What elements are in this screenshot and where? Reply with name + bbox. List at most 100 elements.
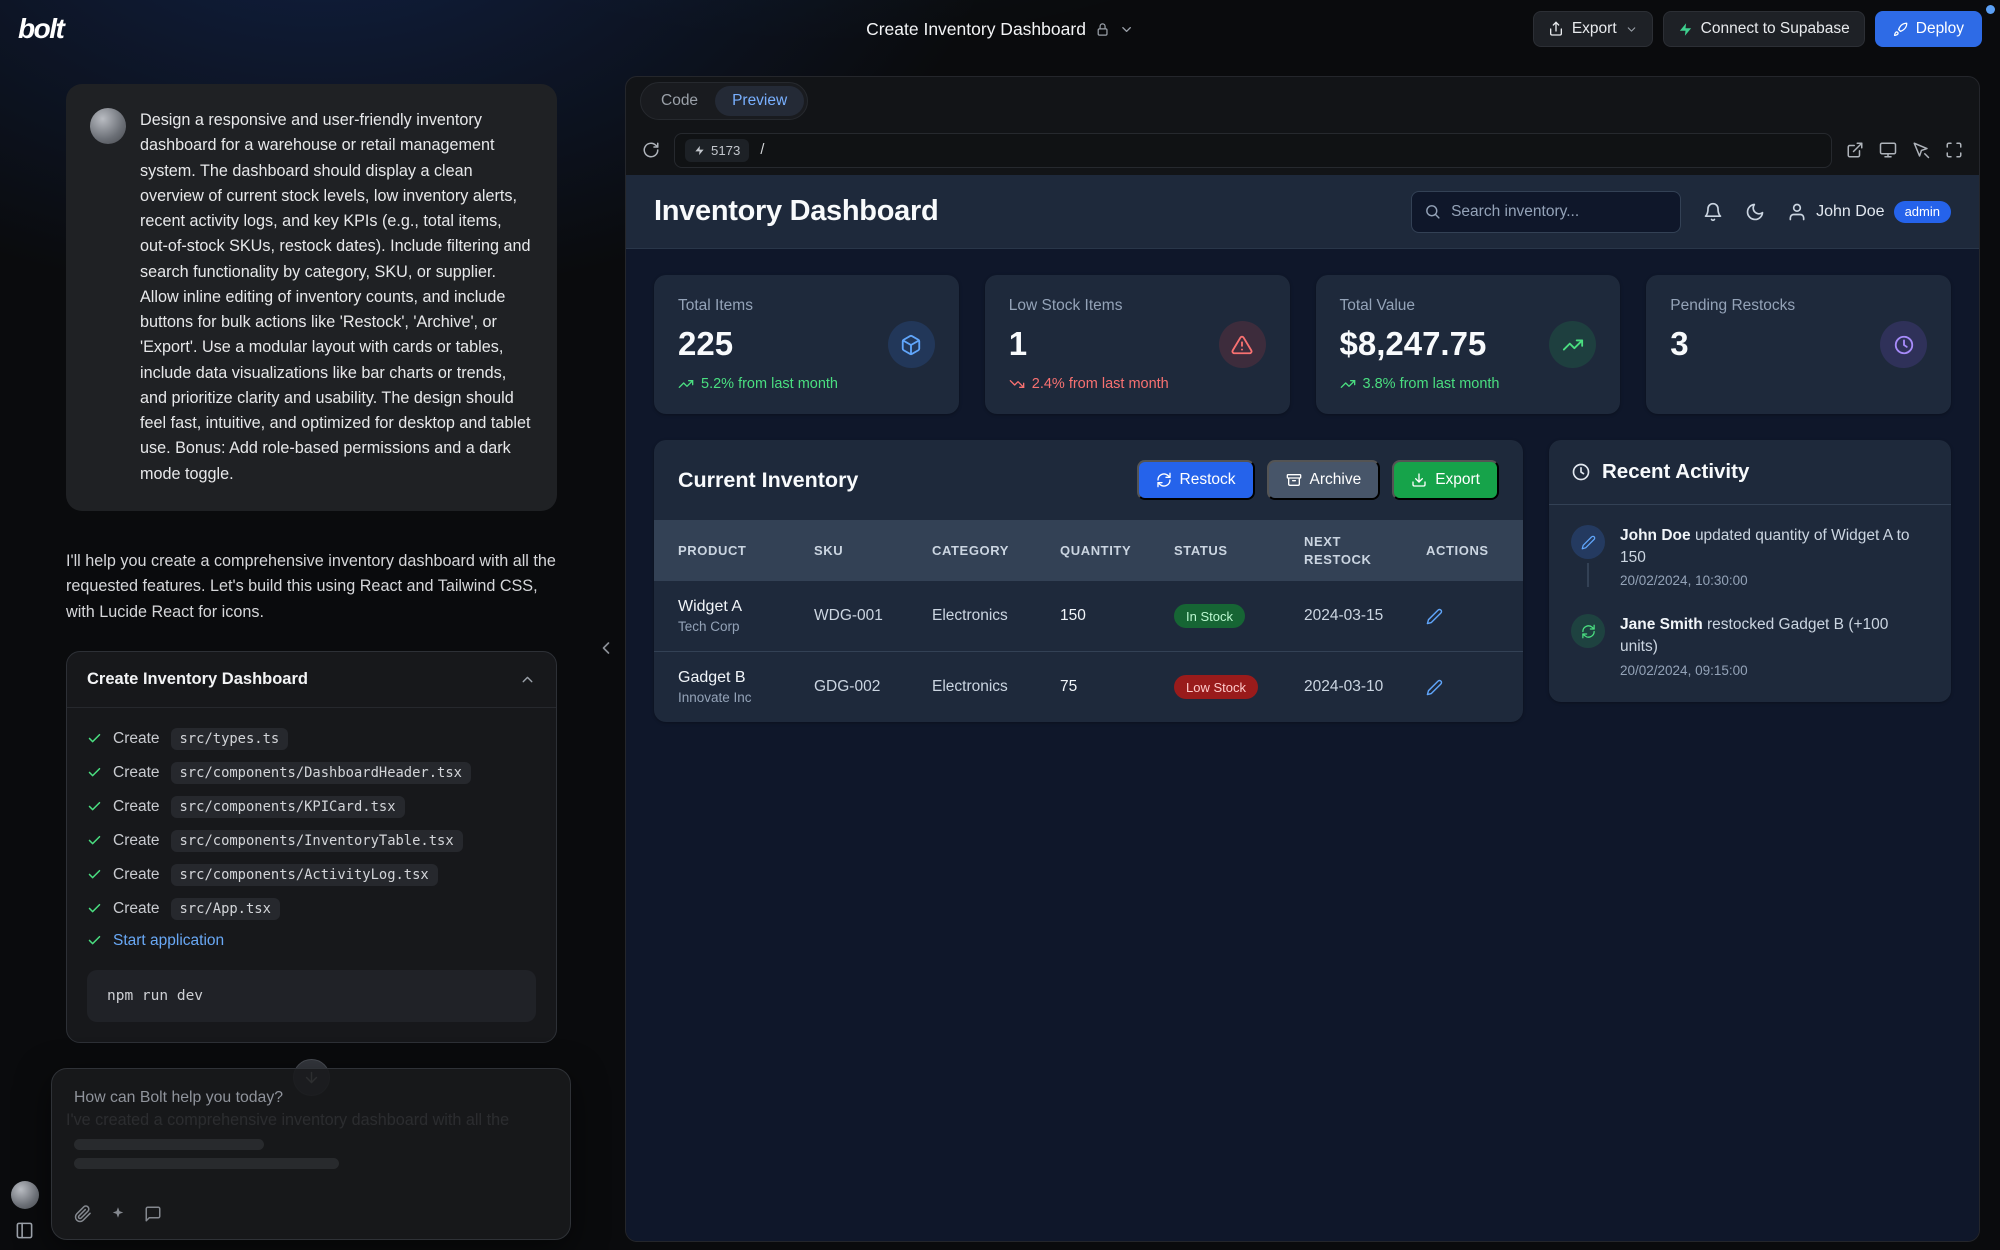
trending-up-icon	[678, 376, 694, 392]
url-path: /	[760, 142, 764, 158]
table-row[interactable]: Gadget B Innovate Inc GDG-002 Electronic…	[654, 652, 1523, 723]
start-application-link[interactable]: Start application	[113, 932, 224, 950]
activity-item: John Doe updated quantity of Widget A to…	[1571, 525, 1929, 588]
chat-input[interactable]	[74, 1089, 548, 1131]
connect-supabase-button[interactable]: Connect to Supabase	[1663, 11, 1865, 47]
archive-button[interactable]: Archive	[1267, 460, 1381, 500]
chevron-down-icon[interactable]	[1119, 22, 1134, 37]
col-status: Status	[1164, 520, 1294, 581]
activity-text: Jane Smith restocked Gadget B (+100 unit…	[1620, 614, 1929, 657]
open-external-icon[interactable]	[1846, 141, 1864, 159]
status-badge: In Stock	[1174, 604, 1245, 628]
table-row[interactable]: Widget A Tech Corp WDG-001 Electronics 1…	[654, 581, 1523, 652]
chat-panel: Design a responsive and user-friendly in…	[0, 58, 625, 1250]
step-file[interactable]: src/components/KPICard.tsx	[171, 796, 405, 818]
chevron-down-icon	[1625, 23, 1638, 36]
kpi-card-low-stock: Low Stock Items 1 2.4% from last month	[985, 275, 1290, 414]
product-quantity[interactable]: 75	[1050, 652, 1164, 723]
inspector-icon[interactable]	[1912, 141, 1930, 159]
check-icon	[87, 933, 102, 948]
kpi-value: 225	[678, 325, 838, 363]
product-name: Widget A	[678, 598, 794, 616]
col-next-restock: Next Restock	[1294, 520, 1416, 581]
responsive-devices-icon[interactable]	[1879, 141, 1897, 159]
bell-icon[interactable]	[1703, 202, 1723, 222]
edit-icon[interactable]	[1426, 679, 1513, 696]
step-file[interactable]: src/components/ActivityLog.tsx	[171, 864, 438, 886]
port-number: 5173	[711, 143, 740, 158]
trending-down-icon	[1009, 376, 1025, 392]
kpi-label: Total Value	[1340, 297, 1500, 315]
artifact-step: Create src/components/ActivityLog.tsx	[87, 858, 536, 892]
check-icon	[87, 731, 102, 746]
dark-mode-toggle-icon[interactable]	[1745, 202, 1765, 222]
clock-icon	[1571, 462, 1591, 482]
url-field[interactable]: 5173 /	[674, 133, 1832, 168]
kpi-value: $8,247.75	[1340, 325, 1500, 363]
restock-button[interactable]: Restock	[1137, 460, 1255, 500]
step-file[interactable]: src/components/DashboardHeader.tsx	[171, 762, 471, 784]
dev-server-bolt-icon	[694, 145, 705, 156]
kpi-label: Pending Restocks	[1670, 297, 1795, 315]
preview-toolbar-icons	[1846, 141, 1963, 159]
edit-icon[interactable]	[1426, 608, 1513, 625]
attach-link-icon[interactable]	[74, 1205, 92, 1223]
assistant-intro-text: I'll help you create a comprehensive inv…	[66, 549, 557, 625]
port-pill[interactable]: 5173	[685, 139, 749, 162]
export-button[interactable]: Export	[1533, 11, 1653, 47]
step-action: Create	[113, 900, 160, 918]
activity-timestamp: 20/02/2024, 09:15:00	[1620, 663, 1929, 678]
artifact-header[interactable]: Create Inventory Dashboard	[67, 652, 556, 708]
kpi-label: Low Stock Items	[1009, 297, 1169, 315]
sidebar-toggle-icon[interactable]	[15, 1221, 34, 1240]
deploy-button[interactable]: Deploy	[1875, 11, 1982, 47]
reload-icon[interactable]	[642, 141, 660, 159]
faded-suggestion	[74, 1158, 339, 1169]
export-inventory-button[interactable]: Export	[1392, 460, 1499, 500]
edit-icon	[1571, 525, 1605, 559]
step-action: Create	[113, 764, 160, 782]
bolt-logo[interactable]: bolt	[18, 13, 63, 45]
kpi-delta-text: 5.2% from last month	[701, 376, 838, 392]
inventory-title: Current Inventory	[678, 468, 858, 493]
clock-icon	[1880, 321, 1927, 368]
enhance-prompt-icon[interactable]	[109, 1205, 127, 1223]
check-icon	[87, 867, 102, 882]
step-file[interactable]: src/components/InventoryTable.tsx	[171, 830, 463, 852]
step-action: Create	[113, 832, 160, 850]
workbench-tabbar: Code Preview	[626, 77, 1979, 125]
terminal-command: npm run dev	[87, 970, 536, 1022]
tab-preview[interactable]: Preview	[715, 86, 804, 116]
user-message-text: Design a responsive and user-friendly in…	[140, 108, 533, 487]
product-sku: WDG-001	[804, 581, 922, 652]
search-box	[1411, 191, 1681, 233]
archive-label: Archive	[1310, 471, 1362, 489]
trending-up-icon	[1549, 321, 1596, 368]
lock-icon[interactable]	[1095, 22, 1110, 37]
user-menu[interactable]: John Doe admin	[1787, 201, 1951, 223]
step-file[interactable]: src/types.ts	[171, 728, 289, 750]
artifact-step: Create src/components/DashboardHeader.ts…	[87, 756, 536, 790]
role-badge: admin	[1894, 201, 1951, 223]
preview-browser-bar: 5173 /	[626, 125, 1979, 175]
kpi-card-total-value: Total Value $8,247.75 3.8% from last mon…	[1316, 275, 1621, 414]
tab-code[interactable]: Code	[644, 86, 715, 116]
project-title-group[interactable]: Create Inventory Dashboard	[866, 19, 1134, 40]
inventory-table: Product SKU Category Quantity Status Nex…	[654, 520, 1523, 722]
step-file[interactable]: src/App.tsx	[171, 898, 280, 920]
dashboard-header: Inventory Dashboard John Doe admin	[626, 175, 1979, 249]
view-toggle: Code Preview	[640, 82, 808, 120]
chat-mode-icon[interactable]	[144, 1205, 162, 1223]
archive-icon	[1286, 472, 1302, 488]
fullscreen-icon[interactable]	[1945, 141, 1963, 159]
step-action: Create	[113, 798, 160, 816]
product-quantity[interactable]: 150	[1050, 581, 1164, 652]
activity-text: John Doe updated quantity of Widget A to…	[1620, 525, 1929, 568]
supabase-bolt-icon	[1678, 22, 1693, 37]
search-input[interactable]	[1451, 203, 1668, 221]
col-actions: Actions	[1416, 520, 1523, 581]
chevron-up-icon[interactable]	[519, 671, 536, 688]
faded-suggestion	[74, 1139, 264, 1150]
chat-collapse-handle[interactable]	[596, 638, 616, 658]
profile-avatar[interactable]	[11, 1181, 39, 1209]
